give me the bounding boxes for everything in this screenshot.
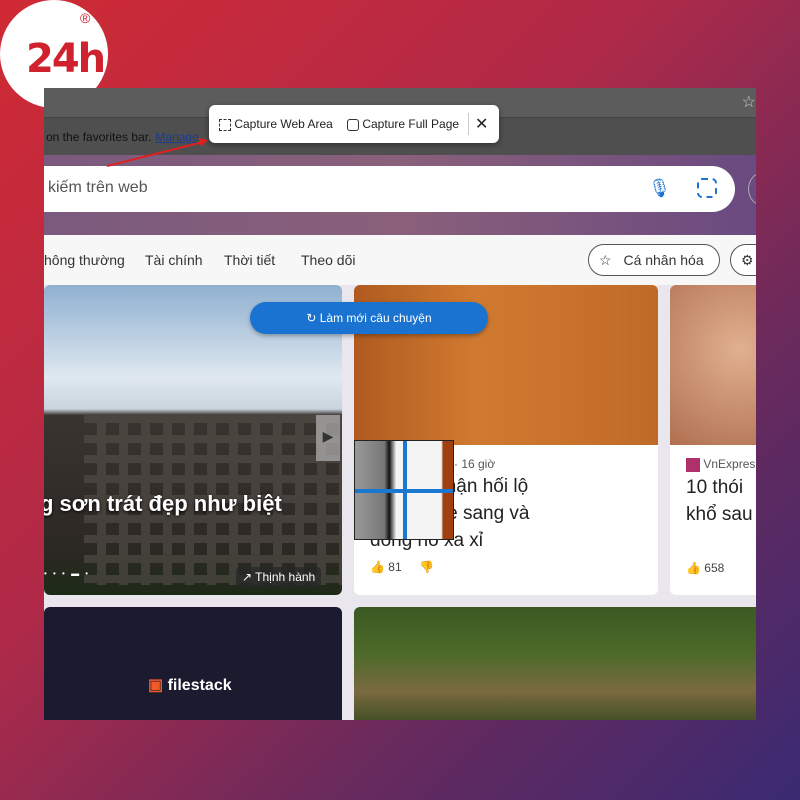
- capture-web-area-button[interactable]: Capture Web Area: [219, 117, 333, 131]
- full-page-icon: [347, 118, 359, 131]
- area-select-icon: [219, 118, 231, 131]
- divider: [468, 113, 469, 135]
- capture-full-page-button[interactable]: Capture Full Page: [347, 117, 459, 131]
- magnifier-crosshair: [354, 440, 454, 540]
- capture-toolbar: Capture Web Area Capture Full Page ✕: [209, 105, 499, 143]
- close-icon[interactable]: ✕: [475, 114, 488, 134]
